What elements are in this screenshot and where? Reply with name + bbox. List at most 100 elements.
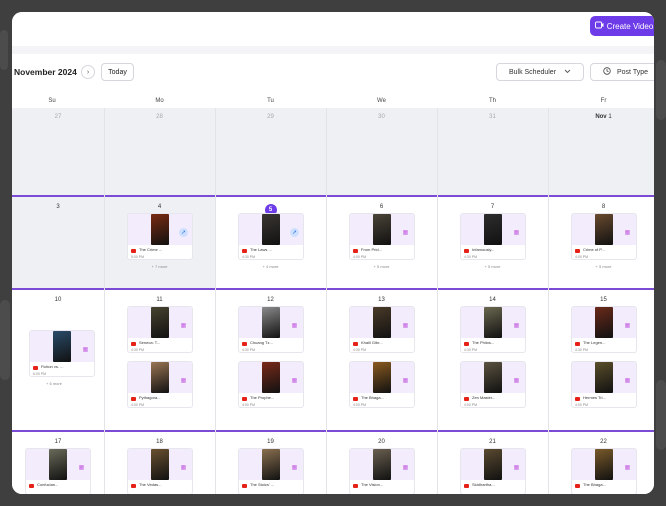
post-title: The Vedas... <box>139 482 162 487</box>
calendar-icon: ▦ <box>512 463 521 472</box>
calendar-icon: ▦ <box>290 463 299 472</box>
day-number: 27 <box>54 114 62 120</box>
scheduled-post-card[interactable]: ▦ The Stoics' ... <box>238 448 304 494</box>
day-number: 17 <box>54 439 62 445</box>
more-posts-link[interactable]: + 5 more <box>548 264 654 269</box>
more-posts-link[interactable]: + 5 more <box>326 264 437 269</box>
youtube-icon <box>575 484 580 488</box>
weekday-header: Su <box>48 98 56 104</box>
scheduled-post-card[interactable]: ▦ The Legen... 4:30 PM <box>571 306 637 353</box>
scheduled-post-card[interactable]: ➚ The Crime ... 5:00 PM <box>127 213 193 260</box>
day-cell[interactable] <box>215 108 326 196</box>
more-posts-link[interactable]: + 6 more <box>12 381 100 386</box>
post-time: 4:30 PM <box>575 348 589 352</box>
column-divider <box>104 108 105 494</box>
calendar-icon: ▦ <box>401 376 410 385</box>
column-divider <box>326 108 327 494</box>
post-title: The Philos... <box>472 340 495 345</box>
next-month-button[interactable]: › <box>81 65 95 79</box>
rocket-icon: ➚ <box>179 228 188 237</box>
header-band <box>12 46 654 54</box>
video-thumbnail <box>484 362 502 393</box>
day-number: 6 <box>379 204 384 210</box>
post-title: Seneca: T... <box>139 340 161 345</box>
calendar-window: Create Video November 2024 › Today Bulk … <box>12 12 654 494</box>
calendar-icon: ▦ <box>401 463 410 472</box>
post-title: Khalil Gibr... <box>361 340 383 345</box>
scheduled-post-card[interactable]: ▦ The Vision... <box>349 448 415 494</box>
post-time: 4:00 PM <box>242 403 256 407</box>
more-posts-link[interactable]: + 5 more <box>437 264 548 269</box>
post-title: Chuang Tz... <box>250 340 273 345</box>
scheduled-post-card[interactable]: ▦ The Bhaga... 4:00 PM <box>349 361 415 408</box>
youtube-icon <box>575 342 580 346</box>
post-title: The Legen... <box>583 340 606 345</box>
day-cell[interactable] <box>326 108 437 196</box>
more-posts-link[interactable]: + 7 more <box>104 264 215 269</box>
day-cell[interactable] <box>548 108 654 196</box>
scheduled-post-card[interactable]: ▦ Pythagora... 4:00 PM <box>127 361 193 408</box>
scheduled-post-card[interactable]: ▦ Chuang Tz... 4:30 PM <box>238 306 304 353</box>
scheduled-post-card[interactable]: ➚ The Laws ... 4:30 PM <box>238 213 304 260</box>
create-video-button[interactable]: Create Video <box>590 16 654 36</box>
bulk-scheduler-dropdown[interactable]: Bulk Scheduler <box>496 63 584 81</box>
post-title: The Bhaga... <box>583 482 606 487</box>
create-video-label: Create Video <box>606 21 654 31</box>
scheduled-post-card[interactable]: ▦ Fiction vs. ... 6:00 PM <box>29 330 95 377</box>
video-thumbnail <box>484 307 502 338</box>
week-divider <box>12 430 654 432</box>
day-cell[interactable] <box>104 108 215 196</box>
month-title: November 2024 <box>14 67 77 77</box>
video-thumbnail <box>373 307 391 338</box>
scheduled-post-card[interactable]: ▦ The Vedas... <box>127 448 193 494</box>
video-thumbnail <box>595 449 613 480</box>
chevron-down-icon <box>564 69 571 76</box>
day-number: 22 <box>600 439 607 445</box>
more-posts-link[interactable]: + 4 more <box>215 264 326 269</box>
top-bar: Create Video <box>12 12 654 46</box>
post-time: 6:00 PM <box>33 372 47 376</box>
scheduled-post-card[interactable]: ▦ Zen Master... 4:00 PM <box>460 361 526 408</box>
calendar-icon: ▦ <box>623 321 632 330</box>
post-type-filter[interactable]: Post Type <box>590 63 654 81</box>
today-button[interactable]: Today <box>101 63 134 81</box>
column-divider <box>548 108 549 494</box>
post-title: Zen Master... <box>472 395 496 400</box>
calendar-icon: ▦ <box>512 228 521 237</box>
scheduled-post-card[interactable]: ▦ The Prophe... 4:00 PM <box>238 361 304 408</box>
day-number: 8 <box>601 204 606 210</box>
youtube-icon <box>353 249 358 253</box>
day-cell[interactable] <box>437 108 548 196</box>
post-type-label: Post Type <box>617 68 649 76</box>
youtube-icon <box>29 484 34 488</box>
post-time: 4:30 PM <box>242 255 256 259</box>
scheduled-post-card[interactable]: ▦ The Philos... 4:30 PM <box>460 306 526 353</box>
video-thumbnail <box>373 362 391 393</box>
post-time: 4:00 PM <box>575 403 589 407</box>
scheduled-post-card[interactable]: ▦ Khalil Gibr... 4:30 PM <box>349 306 415 353</box>
scheduled-post-card[interactable]: ▦ Seneca: T... 4:30 PM <box>127 306 193 353</box>
video-thumbnail <box>262 362 280 393</box>
post-title: Confucian... <box>37 482 59 487</box>
video-thumbnail <box>151 214 169 245</box>
scheduled-post-card[interactable]: ▦ Confucian... <box>25 448 91 494</box>
scheduled-post-card[interactable]: ▦ From Prid... 4:00 PM <box>349 213 415 260</box>
post-time: 5:00 PM <box>131 255 145 259</box>
youtube-icon <box>242 342 247 346</box>
calendar-icon: ▦ <box>179 463 188 472</box>
post-time: 4:30 PM <box>242 348 256 352</box>
scheduled-post-card[interactable]: ▦ Crime of P... 4:00 PM <box>571 213 637 260</box>
day-number: 7 <box>490 204 495 210</box>
day-cell[interactable] <box>12 108 104 196</box>
scheduled-post-card[interactable]: ▦ Infamously... 4:30 PM <box>460 213 526 260</box>
youtube-icon <box>464 342 469 346</box>
video-thumbnail <box>373 449 391 480</box>
calendar-icon: ▦ <box>623 463 632 472</box>
youtube-icon <box>464 397 469 401</box>
video-thumbnail <box>49 449 67 480</box>
post-time: 4:00 PM <box>353 255 367 259</box>
post-title: Fiction vs. ... <box>41 364 64 369</box>
scheduled-post-card[interactable]: ▦ The Bhaga... <box>571 448 637 494</box>
scheduled-post-card[interactable]: ▦ Siddhartha... <box>460 448 526 494</box>
scheduled-post-card[interactable]: ▦ Hermes Tri... 4:00 PM <box>571 361 637 408</box>
